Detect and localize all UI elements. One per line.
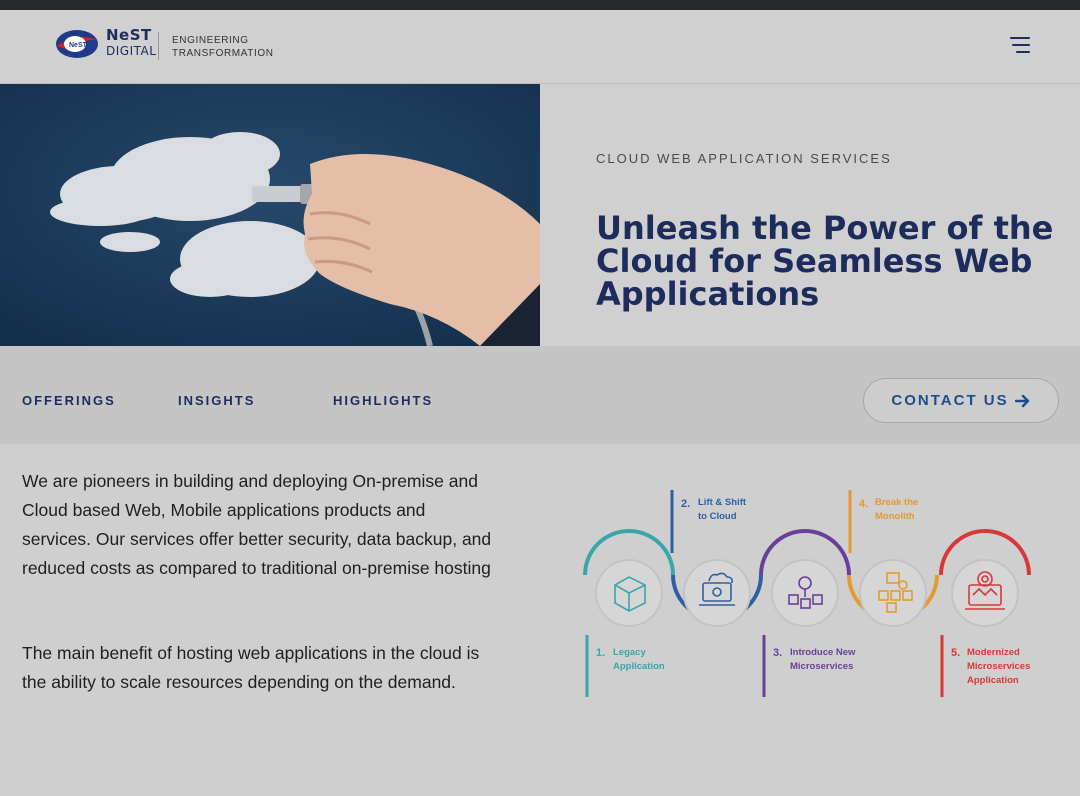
step-1-line2: Application [613, 661, 665, 672]
top-bar [0, 0, 1080, 10]
hero-text-panel: CLOUD WEB APPLICATION SERVICES Unleash t… [540, 84, 1080, 346]
step-5-number: 5. [951, 647, 960, 659]
hero-title: Unleash the Power of the Cloud for Seaml… [596, 209, 1054, 313]
intro-paragraph: We are pioneers in building and deployin… [22, 471, 492, 578]
step-5-line3: Application [967, 675, 1019, 686]
step-1-number: 1. [596, 647, 605, 659]
brand-line2: DIGITAL [106, 44, 157, 58]
step-3-line1: Introduce New [790, 647, 856, 658]
brand-line1: NeST [106, 26, 152, 44]
sub-navigation: OFFERINGS INSIGHTS HIGHLIGHTS CONTACT US [0, 346, 1080, 444]
step-2-line2: to Cloud [698, 511, 737, 522]
step-4-number: 4. [859, 498, 868, 510]
brand-name: NeST DIGITAL [106, 26, 157, 58]
benefit-paragraph: The main benefit of hosting web applicat… [22, 643, 480, 692]
step-5-line2: Microservices [967, 661, 1030, 672]
step-4-line1: Break the [875, 497, 918, 508]
step-4-line2: Monolith [875, 511, 915, 522]
hero-eyebrow: CLOUD WEB APPLICATION SERVICES [596, 151, 892, 166]
step-3-number: 3. [773, 647, 782, 659]
nav-insights[interactable]: INSIGHTS [178, 393, 255, 408]
contact-us-button[interactable]: CONTACT US [863, 378, 1059, 423]
step-3-line2: Microservices [790, 661, 853, 672]
nav-offerings[interactable]: OFFERINGS [22, 393, 116, 408]
step-1-line1: Legacy [613, 647, 646, 658]
step-5-line1: Modernized [967, 647, 1020, 658]
step-2-number: 2. [681, 498, 690, 510]
arrow-right-icon [1014, 394, 1029, 407]
step-2-line1: Lift & Shift [698, 497, 747, 508]
hero-image [0, 84, 540, 346]
hamburger-menu-icon[interactable] [1004, 37, 1030, 57]
tagline-line1: ENGINEERING [172, 35, 249, 46]
logo-divider [158, 32, 159, 60]
modernization-diagram: 1. Legacy Application 2. Lift & Shift to… [583, 490, 1031, 697]
brand-tagline: ENGINEERING TRANSFORMATION [172, 34, 274, 60]
nest-logo-icon[interactable]: NeST [55, 28, 99, 60]
nav-highlights[interactable]: HIGHLIGHTS [333, 393, 433, 408]
tagline-line2: TRANSFORMATION [172, 48, 274, 59]
svg-text:NeST: NeST [69, 42, 88, 49]
site-header: NeST NeST DIGITAL ENGINEERING TRANSFORMA… [0, 10, 1080, 84]
contact-us-label: CONTACT US [891, 392, 1009, 409]
